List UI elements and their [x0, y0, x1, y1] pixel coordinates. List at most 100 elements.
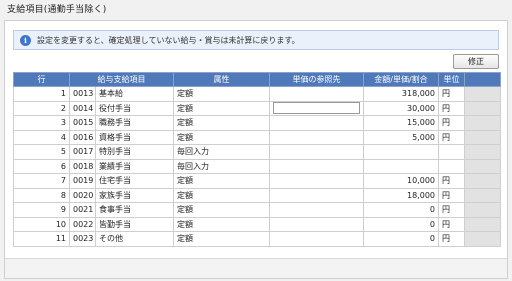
amount-cell: 5,000 — [363, 129, 439, 145]
row-number-cell: 9 — [13, 202, 70, 218]
item-code-cell: 0023 — [69, 231, 96, 247]
unit-cell: 円 — [438, 115, 465, 131]
row-action-cell — [464, 86, 501, 102]
unit-price-ref-input[interactable] — [273, 102, 360, 115]
item-code-cell: 0020 — [69, 187, 96, 203]
unit-price-ref-cell — [269, 187, 364, 203]
amount-cell: 0 — [363, 202, 439, 218]
amount-cell: 15,000 — [363, 115, 439, 131]
row-action-cell — [464, 216, 501, 232]
unit-cell: 円 — [438, 231, 465, 247]
item-code-cell: 0021 — [69, 202, 96, 218]
item-name-cell: 住宅手当 — [95, 173, 174, 189]
attribute-cell: 毎回入力 — [173, 144, 270, 160]
unit-price-ref-cell — [269, 202, 364, 218]
row-action-cell — [464, 100, 501, 116]
amount-cell — [363, 144, 439, 160]
item-name-cell: 役付手当 — [95, 100, 174, 116]
header-attribute: 属性 — [173, 72, 270, 87]
item-code-cell: 0014 — [69, 100, 96, 116]
amount-cell: 30,000 — [363, 100, 439, 116]
row-action-cell — [464, 173, 501, 189]
panel-footer — [5, 258, 507, 278]
table-header-row: 行 給与支給項目 属性 単価の参照先 金額/単価/割合 単位 — [13, 72, 501, 87]
table-row[interactable]: 5 0017 特別手当 毎回入力 — [13, 144, 501, 160]
unit-price-ref-cell — [269, 115, 364, 131]
table-row[interactable]: 4 0016 資格手当 定額 5,000 円 — [13, 129, 501, 145]
item-name-cell: 家族手当 — [95, 187, 174, 203]
unit-price-ref-cell — [269, 100, 364, 116]
unit-cell: 円 — [438, 86, 465, 102]
edit-button[interactable]: 修正 — [453, 54, 499, 69]
table-row[interactable]: 7 0019 住宅手当 定額 10,000 円 — [13, 173, 501, 189]
info-message-bar: i 設定を変更すると、確定処理していない給与・賞与は未計算に戻ります。 — [13, 30, 499, 50]
row-action-cell — [464, 144, 501, 160]
table-row[interactable]: 8 0020 家族手当 定額 18,000 円 — [13, 187, 501, 203]
header-item-name: 給与支給項目 — [69, 72, 174, 87]
item-name-cell: 皆勤手当 — [95, 216, 174, 232]
attribute-cell: 定額 — [173, 187, 270, 203]
header-unit: 単位 — [438, 72, 465, 87]
item-name-cell: 特別手当 — [95, 144, 174, 160]
table-row[interactable]: 6 0018 業績手当 毎回入力 — [13, 158, 501, 174]
row-number-cell: 4 — [13, 129, 70, 145]
unit-cell: 円 — [438, 173, 465, 189]
info-message-text: 設定を変更すると、確定処理していない給与・賞与は未計算に戻ります。 — [37, 35, 300, 45]
unit-price-ref-cell — [269, 144, 364, 160]
attribute-cell: 定額 — [173, 202, 270, 218]
table-row[interactable]: 2 0014 役付手当 定額 30,000 円 — [13, 100, 501, 116]
row-number-cell: 7 — [13, 173, 70, 189]
item-name-cell: 資格手当 — [95, 129, 174, 145]
item-name-cell: 基本給 — [95, 86, 174, 102]
row-action-cell — [464, 129, 501, 145]
header-unit-price-ref: 単価の参照先 — [269, 72, 364, 87]
row-number-cell: 10 — [13, 216, 70, 232]
header-amount: 金額/単価/割合 — [363, 72, 439, 87]
table-row[interactable]: 9 0021 食事手当 定額 0 円 — [13, 202, 501, 218]
unit-cell: 円 — [438, 100, 465, 116]
item-code-cell: 0013 — [69, 86, 96, 102]
unit-price-ref-cell — [269, 216, 364, 232]
table-row[interactable]: 11 0023 その他 定額 0 円 — [13, 231, 501, 247]
unit-price-ref-cell — [269, 158, 364, 174]
unit-cell — [438, 144, 465, 160]
table-row[interactable]: 3 0015 職務手当 定額 15,000 円 — [13, 115, 501, 131]
unit-cell — [438, 158, 465, 174]
row-number-cell: 5 — [13, 144, 70, 160]
item-code-cell: 0016 — [69, 129, 96, 145]
header-row-number: 行 — [13, 72, 70, 87]
table-row[interactable]: 10 0022 皆勤手当 定額 0 円 — [13, 216, 501, 232]
attribute-cell: 定額 — [173, 86, 270, 102]
amount-cell: 10,000 — [363, 173, 439, 189]
unit-price-ref-cell — [269, 231, 364, 247]
row-number-cell: 1 — [13, 86, 70, 102]
attribute-cell: 定額 — [173, 231, 270, 247]
unit-price-ref-cell — [269, 173, 364, 189]
unit-cell: 円 — [438, 202, 465, 218]
row-number-cell: 2 — [13, 100, 70, 116]
panel-title: 支給項目(通勤手当除く) — [7, 5, 107, 15]
unit-cell: 円 — [438, 187, 465, 203]
item-name-cell: 業績手当 — [95, 158, 174, 174]
header-blank — [464, 72, 501, 87]
attribute-cell: 定額 — [173, 216, 270, 232]
amount-cell: 0 — [363, 216, 439, 232]
attribute-cell: 定額 — [173, 115, 270, 131]
amount-cell — [363, 158, 439, 174]
row-action-cell — [464, 187, 501, 203]
attribute-cell: 毎回入力 — [173, 158, 270, 174]
info-icon: i — [20, 34, 31, 46]
item-code-cell: 0018 — [69, 158, 96, 174]
row-number-cell: 11 — [13, 231, 70, 247]
unit-price-ref-cell — [269, 86, 364, 102]
item-code-cell: 0022 — [69, 216, 96, 232]
amount-cell: 0 — [363, 231, 439, 247]
table-row[interactable]: 1 0013 基本給 定額 318,000 円 — [13, 86, 501, 102]
row-number-cell: 6 — [13, 158, 70, 174]
item-code-cell: 0019 — [69, 173, 96, 189]
row-action-cell — [464, 202, 501, 218]
unit-cell: 円 — [438, 129, 465, 145]
row-action-cell — [464, 115, 501, 131]
item-code-cell: 0017 — [69, 144, 96, 160]
attribute-cell: 定額 — [173, 173, 270, 189]
